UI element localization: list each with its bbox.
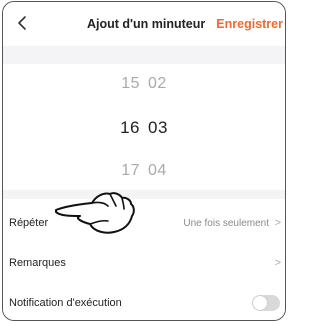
back-button[interactable]	[11, 10, 33, 36]
minute-value: 04	[148, 162, 167, 179]
notification-row: Notification d'exécution	[3, 285, 285, 320]
notes-label: Remarques	[9, 257, 66, 269]
header: Ajout d'un minuteur Enregistrer	[3, 2, 285, 46]
repeat-row[interactable]: Répéter Une fois seulement >	[3, 205, 285, 241]
repeat-label: Répéter	[9, 217, 49, 229]
save-button[interactable]: Enregistrer	[216, 17, 283, 31]
settings-list: Répéter Une fois seulement > Remarques >…	[3, 199, 285, 320]
time-picker-row[interactable]: 17 04	[3, 162, 285, 180]
phone-frame: Ajout d'un minuteur Enregistrer 15 02 16 0…	[2, 1, 286, 321]
time-picker-row-selected[interactable]: 16 03	[3, 118, 285, 138]
minute-value: 03	[148, 118, 168, 137]
chevron-left-icon	[18, 16, 26, 30]
minute-value: 02	[148, 75, 167, 92]
time-picker-row[interactable]: 15 02	[3, 75, 285, 93]
notes-row[interactable]: Remarques >	[3, 245, 285, 281]
chevron-right-icon: >	[274, 257, 281, 269]
pointing-hand-icon	[55, 192, 135, 234]
page-title: Ajout d'un minuteur	[87, 17, 206, 31]
chevron-right-icon: >	[274, 217, 281, 229]
hour-value: 17	[121, 162, 140, 179]
toggle-knob	[253, 296, 267, 310]
hour-value: 15	[121, 75, 140, 92]
notification-toggle[interactable]	[252, 295, 280, 311]
time-picker[interactable]: 15 02 16 03 17 04	[3, 64, 285, 190]
notification-label: Notification d'exécution	[9, 297, 122, 309]
repeat-value: Une fois seulement	[183, 217, 269, 229]
hour-value: 16	[120, 118, 140, 137]
